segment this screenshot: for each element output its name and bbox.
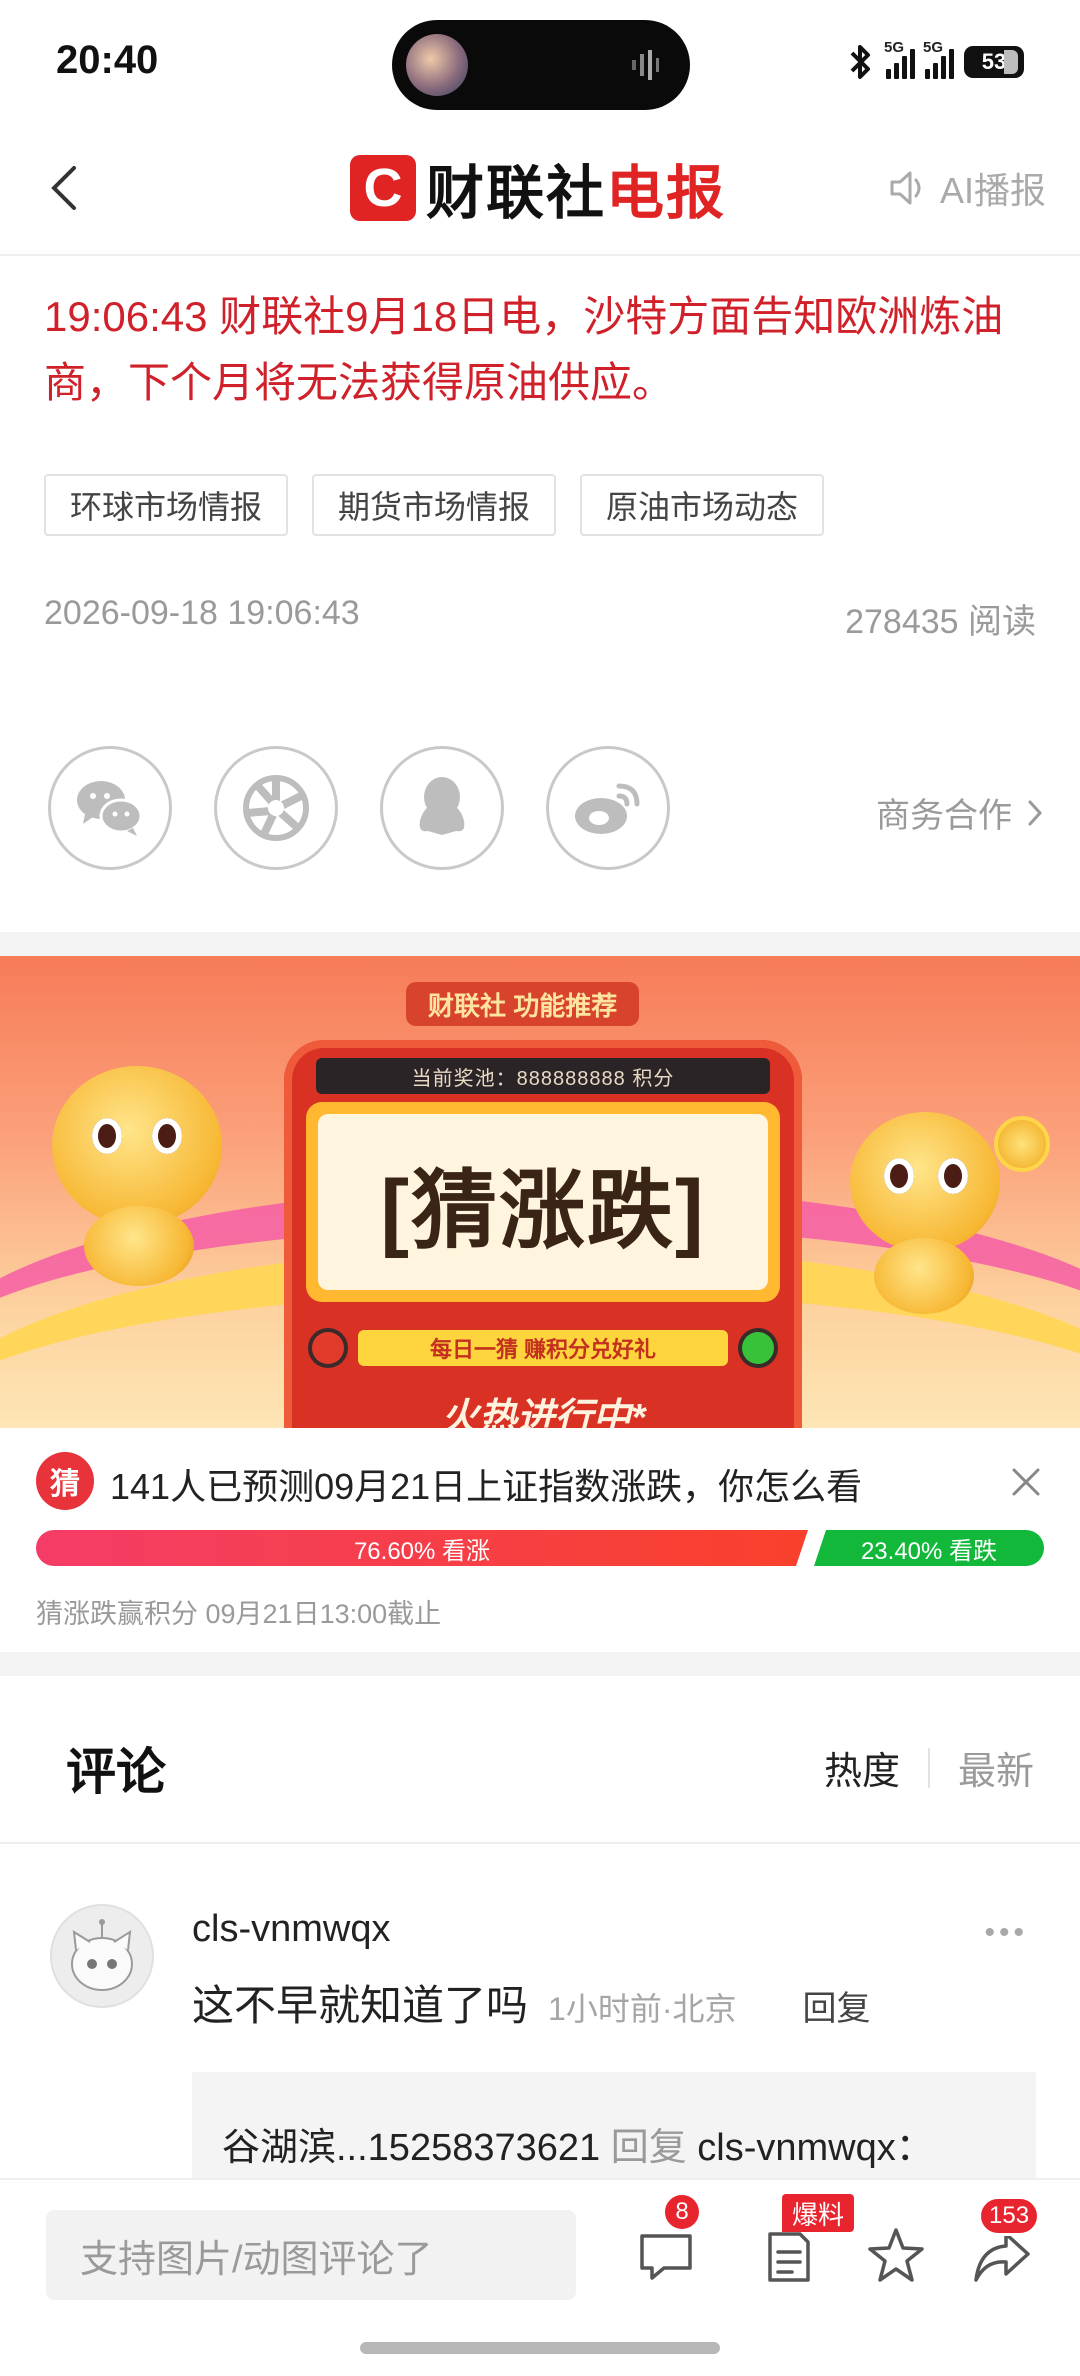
prize-pool: 当前奖池：888888888 积分	[316, 1058, 770, 1094]
bluetooth-icon	[850, 45, 870, 79]
chevron-right-icon	[1028, 800, 1043, 825]
avatar[interactable]	[50, 1904, 154, 2008]
weibo-icon	[575, 783, 640, 834]
business-cooperation-link[interactable]: 商务合作	[876, 788, 1044, 837]
back-arrow-icon[interactable]	[40, 160, 92, 216]
poll-bar: 76.60% 看涨 23.40% 看跌	[36, 1530, 1044, 1566]
star-icon[interactable]	[864, 2224, 928, 2288]
ai-broadcast-label: AI播报	[939, 170, 1046, 211]
feature-recommend-tag: 财联社 功能推荐	[406, 982, 640, 1026]
report-icon[interactable]	[756, 2224, 820, 2288]
poll-title[interactable]: 141人已预测09月21日上证指数涨跌，你怎么看	[110, 1458, 862, 1510]
business-cooperation-label: 商务合作	[876, 797, 1012, 835]
sort-latest-tab[interactable]: 最新	[958, 1740, 1034, 1795]
section-divider	[0, 1652, 1080, 1676]
moments-icon	[243, 775, 309, 841]
article-datetime: 2026-09-18 19:06:43	[44, 594, 360, 632]
comment-username[interactable]: cls-vnmwqx	[192, 1908, 390, 1951]
reply-button[interactable]: 回复	[802, 1981, 870, 2030]
mascot-right	[850, 1112, 1000, 1252]
cat-avatar-icon	[71, 1919, 133, 1991]
comment-time-location: 1小时前·北京	[548, 1991, 737, 2027]
share-count-badge: 153	[978, 2196, 1041, 2236]
comment-text: 这不早就知道了吗	[192, 1982, 529, 2029]
guess-game-banner[interactable]: 财联社 功能推荐 当前奖池：888888888 积分 [猜涨跌] 每日一猜 赚积…	[0, 956, 1080, 1428]
red-button-icon	[312, 1332, 344, 1364]
status-indicators: 5G 5G 53	[846, 39, 1024, 82]
poll-bullish-segment[interactable]: 76.60% 看涨	[36, 1530, 808, 1566]
comment-icon[interactable]	[634, 2224, 698, 2288]
mascot-right-body	[874, 1238, 974, 1314]
comments-title: 评论	[66, 1744, 166, 1800]
game-title: [猜涨跌]	[318, 1114, 768, 1290]
comments-header: 评论 热度 最新	[0, 1676, 1080, 1844]
comment-count-badge: 8	[662, 2192, 702, 2232]
dynamic-island[interactable]	[392, 20, 690, 110]
share-moments-button[interactable]	[214, 746, 338, 870]
share-wechat-button[interactable]	[48, 746, 172, 870]
article-headline: 19:06:43 财联社9月18日电，沙特方面告知欧洲炼油商，下个月将无法获得原…	[44, 293, 1004, 406]
share-qq-button[interactable]	[380, 746, 504, 870]
brand-badge: C	[350, 155, 416, 221]
nav-bar: C 财联社电报 AI播报	[0, 120, 1080, 256]
comment-sort: 热度 最新	[824, 1740, 1034, 1795]
quote-reply-word: 回复	[610, 2127, 687, 2169]
close-icon[interactable]	[1006, 1462, 1046, 1502]
audio-waveform-icon	[632, 50, 659, 80]
signal-2-icon: 5G	[923, 39, 954, 79]
coin-icon	[994, 1116, 1050, 1172]
mascot-left-body	[84, 1206, 194, 1286]
media-thumbnail	[406, 34, 468, 96]
game-status: 火热进行中*	[440, 1397, 646, 1428]
tag-crude-oil[interactable]: 原油市场动态	[580, 474, 825, 536]
report-badge: 爆料	[782, 2194, 855, 2232]
qq-icon	[419, 777, 465, 835]
wechat-icon	[77, 781, 143, 836]
mascot-left	[52, 1066, 222, 1226]
brand-title: 财联社电报	[426, 161, 727, 226]
comment-input[interactable]: 支持图片/动图评论了	[46, 2210, 576, 2300]
status-time: 20:40	[56, 38, 159, 82]
reply-quote[interactable]: 谷湖滨...15258373621 回复 cls-vnmwqx：	[192, 2072, 1036, 2192]
brand-logo: C 财联社电报	[350, 146, 726, 230]
tag-futures-market[interactable]: 期货市场情报	[312, 474, 557, 536]
game-screen: [猜涨跌]	[306, 1102, 780, 1302]
article-tags: 环球市场情报 期货市场情报 原油市场动态	[44, 474, 825, 536]
more-options-icon[interactable]: •••	[984, 1916, 1028, 1950]
signal-1-icon: 5G	[884, 39, 915, 79]
share-weibo-button[interactable]	[546, 746, 670, 870]
quote-user: 谷湖滨...15258373621	[222, 2127, 601, 2169]
tag-global-market[interactable]: 环球市场情报	[44, 474, 289, 536]
home-indicator[interactable]	[360, 2342, 720, 2354]
game-slogan: 每日一猜 赚积分兑好礼	[358, 1330, 728, 1366]
sort-hot-tab[interactable]: 热度	[824, 1740, 900, 1795]
sort-divider	[927, 1747, 930, 1788]
status-bar: 20:40 5G 5G 53	[0, 0, 1080, 120]
green-button-icon	[742, 1332, 774, 1364]
section-divider	[0, 932, 1080, 956]
share-row	[48, 746, 670, 870]
comment-body: 这不早就知道了吗 1小时前·北京 回复	[192, 1972, 870, 2033]
read-count: 278435 阅读	[845, 603, 1036, 641]
poll-subtitle: 猜涨跌赢积分 09月21日13:00截止	[36, 1599, 442, 1629]
poll-bearish-segment[interactable]: 23.40% 看跌	[814, 1530, 1044, 1566]
comment-item: cls-vnmwqx ••• 这不早就知道了吗 1小时前·北京 回复 谷湖滨..…	[0, 1846, 1080, 2192]
battery-icon: 53	[964, 46, 1024, 78]
article-meta: 2026-09-18 19:06:43 278435 阅读	[44, 594, 1036, 643]
game-machine: 当前奖池：888888888 积分 [猜涨跌] 每日一猜 赚积分兑好礼 火热进行…	[284, 1040, 802, 1428]
quote-target: cls-vnmwqx：	[697, 2127, 934, 2169]
guess-icon: 猜	[36, 1452, 94, 1510]
ai-broadcast-button[interactable]: AI播报	[886, 162, 1046, 214]
speaker-icon	[890, 171, 921, 205]
